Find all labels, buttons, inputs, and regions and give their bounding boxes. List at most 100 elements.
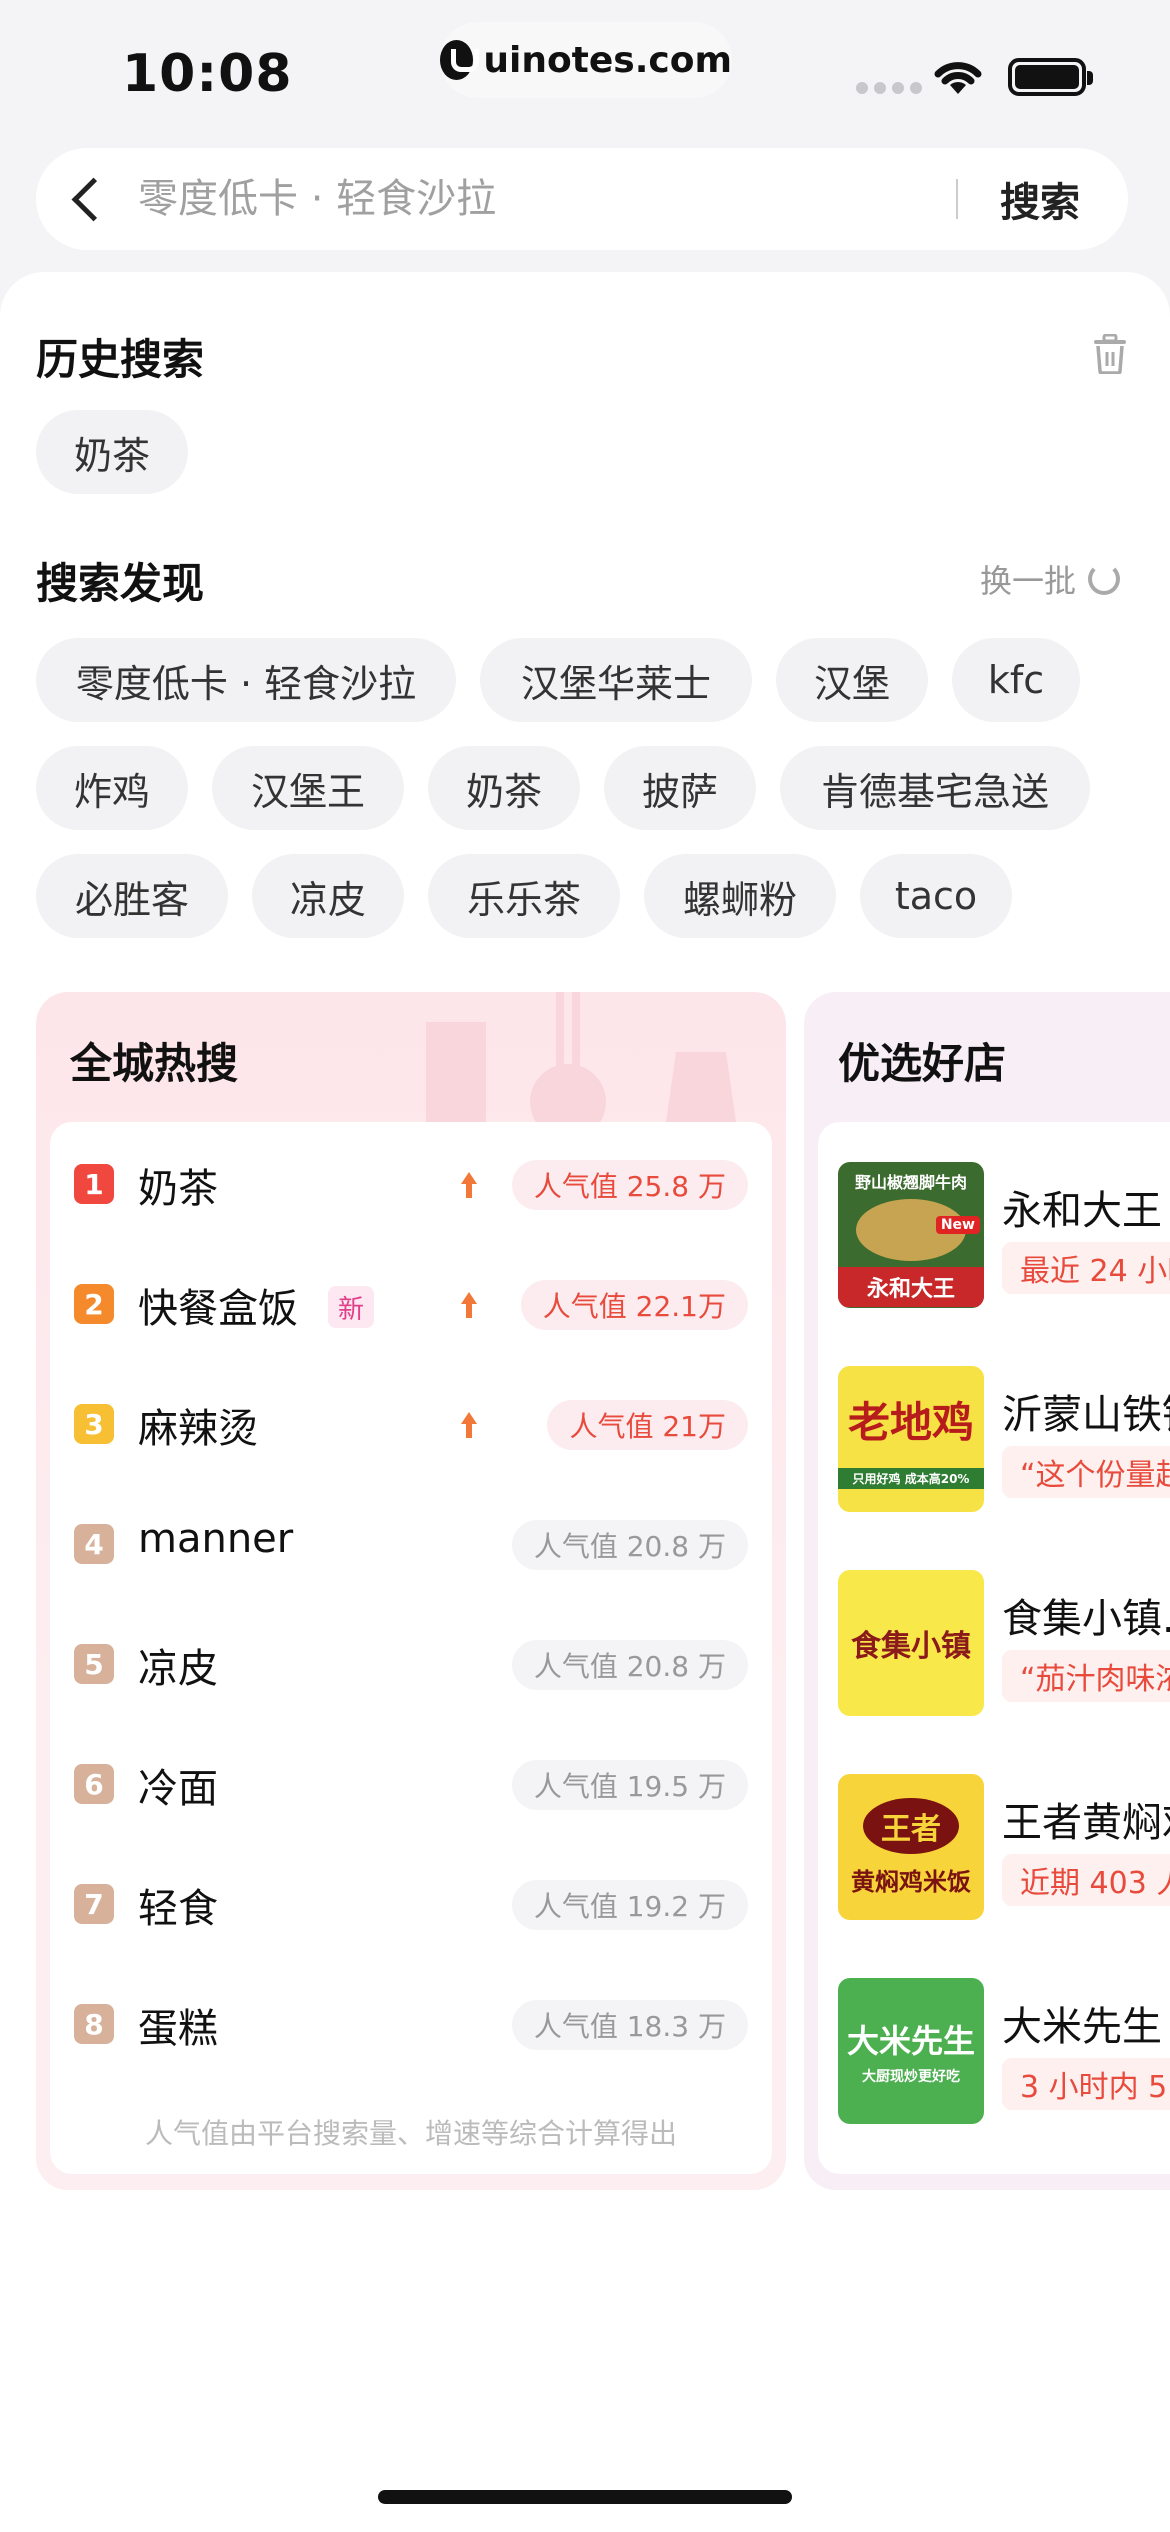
store-tag: 近期 403 人 <box>1002 1854 1170 1906</box>
popularity-pill: 人气值 25.8 万 <box>511 1160 748 1210</box>
thumb-text: 王者 <box>863 1797 959 1854</box>
thumb-text: 野山椒翘脚牛肉 <box>854 1173 967 1192</box>
store-thumbnail: 老地鸡 只用好鸡 成本高20% <box>838 1366 984 1512</box>
discover-chip[interactable]: 零度低卡 · 轻食沙拉 <box>36 638 456 722</box>
rank-badge: 5 <box>74 1644 114 1684</box>
popularity-pill: 人气值 21万 <box>547 1400 748 1450</box>
rank-badge: 3 <box>74 1404 114 1444</box>
thumb-text: 黄焖鸡米饭 <box>851 1867 971 1896</box>
store-thumbnail: 食集小镇 <box>838 1570 984 1716</box>
hot-search-name: 冷面 <box>138 1766 218 1812</box>
hot-search-name: 蛋糕 <box>138 2006 218 2052</box>
popularity-pill: 人气值 19.5 万 <box>511 1760 748 1810</box>
home-indicator <box>378 2490 792 2504</box>
hot-search-list: 1 奶茶 人气值 25.8 万 2 快餐盒饭 新 人气值 22.1万 3 麻辣烫… <box>50 1122 772 2174</box>
store-name: 永和大王 <box>1002 1188 1162 1234</box>
featured-stores-title: 优选好店 <box>838 1039 1007 1088</box>
back-arrow-icon[interactable] <box>36 148 126 250</box>
thumb-text: 大厨现炒更好吃 <box>862 2069 960 2085</box>
store-tag: “这个份量超 <box>1002 1446 1170 1498</box>
trend-up-icon <box>461 1172 477 1198</box>
store-row[interactable]: 野山椒翘脚牛肉 永和大王 New 永和大王 最近 24 小时 <box>818 1122 1170 1326</box>
discover-chip[interactable]: 肯德基宅急送 <box>780 746 1090 830</box>
hot-search-name: 奶茶 <box>138 1166 218 1212</box>
rank-badge: 7 <box>74 1884 114 1924</box>
store-name: 王者黄焖鸡 <box>1002 1800 1170 1846</box>
hot-search-title: 全城热搜 <box>70 1039 239 1088</box>
hot-search-row[interactable]: 1 奶茶 人气值 25.8 万 <box>50 1122 772 1242</box>
discover-chip[interactable]: taco <box>860 854 1012 938</box>
hot-search-footnote: 人气值由平台搜索量、增速等综合计算得出 <box>144 2117 677 2150</box>
refresh-icon <box>1088 563 1121 595</box>
store-list: 野山椒翘脚牛肉 永和大王 New 永和大王 最近 24 小时 老地鸡 只用好鸡 … <box>818 1122 1170 2174</box>
hot-search-name: 麻辣烫 <box>138 1406 258 1452</box>
store-thumbnail: 大米先生 大厨现炒更好吃 <box>838 1978 984 2124</box>
discover-chip[interactable]: 汉堡王 <box>212 746 404 830</box>
store-name: 食集小镇. <box>1002 1596 1170 1642</box>
thumb-text: 大米先生 <box>846 2022 975 2060</box>
hot-search-name: 快餐盒饭 <box>138 1286 298 1332</box>
history-chip[interactable]: 奶茶 <box>36 410 188 494</box>
new-badge: 新 <box>328 1286 375 1328</box>
hot-search-row[interactable]: 8 蛋糕 人气值 18.3 万 <box>50 1962 772 2082</box>
rank-badge: 1 <box>74 1164 114 1204</box>
status-time: 10:08 <box>122 44 293 104</box>
store-thumbnail: 野山椒翘脚牛肉 永和大王 New <box>838 1162 984 1308</box>
store-tag: “茄汁肉味浓 <box>1002 1650 1170 1702</box>
search-divider <box>956 179 958 219</box>
hot-search-row[interactable]: 6 冷面 人气值 19.5 万 <box>50 1722 772 1842</box>
hot-search-name: 轻食 <box>138 1886 218 1932</box>
store-row[interactable]: 老地鸡 只用好鸡 成本高20% 沂蒙山铁锅 “这个份量超 <box>818 1326 1170 1530</box>
store-tag: 最近 24 小时 <box>1002 1242 1170 1294</box>
hot-search-row[interactable]: 7 轻食 人气值 19.2 万 <box>50 1842 772 1962</box>
hot-search-row[interactable]: 2 快餐盒饭 新 人气值 22.1万 <box>50 1242 772 1362</box>
hot-search-row[interactable]: 3 麻辣烫 人气值 21万 <box>50 1362 772 1482</box>
hot-search-row[interactable]: 5 凉皮 人气值 20.8 万 <box>50 1602 772 1722</box>
search-button[interactable]: 搜索 <box>1000 170 1080 228</box>
store-row[interactable]: 大米先生 大厨现炒更好吃 大米先生 3 小时内 5 人 <box>818 1938 1170 2142</box>
hot-search-row[interactable]: 4 manner 人气值 20.8 万 <box>50 1482 772 1602</box>
search-bar: 搜索 <box>36 148 1128 250</box>
discover-chip[interactable]: 汉堡 <box>776 638 928 722</box>
trend-up-icon <box>461 1292 477 1318</box>
battery-icon <box>1008 58 1093 96</box>
refresh-button[interactable]: 换一批 <box>980 556 1121 602</box>
discover-chip[interactable]: 凉皮 <box>252 854 404 938</box>
popularity-pill: 人气值 19.2 万 <box>511 1880 748 1930</box>
trash-icon[interactable] <box>1092 334 1128 374</box>
store-row[interactable]: 王者 黄焖鸡米饭 王者黄焖鸡 近期 403 人 <box>818 1734 1170 1938</box>
discover-chip[interactable]: 炸鸡 <box>36 746 188 830</box>
store-row[interactable]: 食集小镇 食集小镇. “茄汁肉味浓 <box>818 1530 1170 1734</box>
hot-search-name: manner <box>138 1516 294 1562</box>
thumb-text: 只用好鸡 成本高20% <box>838 1468 984 1489</box>
rank-badge: 6 <box>74 1764 114 1804</box>
discover-chip[interactable]: 必胜客 <box>36 854 228 938</box>
watermark-text: uinotes.com <box>483 39 732 81</box>
thumb-text: 老地鸡 <box>847 1398 974 1447</box>
store-tag: 3 小时内 5 人 <box>1002 2058 1170 2110</box>
thumb-badge: New <box>935 1216 980 1234</box>
thumb-text: 食集小镇 <box>851 1629 971 1664</box>
thumb-text: 永和大王 <box>838 1267 984 1307</box>
discover-chip[interactable]: 乐乐茶 <box>428 854 620 938</box>
discover-chip[interactable]: 汉堡华莱士 <box>480 638 752 722</box>
discover-chip[interactable]: kfc <box>952 638 1080 722</box>
watermark: uinotes.com <box>440 22 732 98</box>
discover-chip[interactable]: 奶茶 <box>428 746 580 830</box>
discover-title: 搜索发现 <box>36 559 205 608</box>
hot-search-name: 凉皮 <box>138 1646 218 1692</box>
featured-stores-card: 优选好店 野山椒翘脚牛肉 永和大王 New 永和大王 最近 24 小时 老地鸡 … <box>804 992 1170 2190</box>
search-input[interactable] <box>126 176 956 222</box>
popularity-pill: 人气值 18.3 万 <box>511 2000 748 2050</box>
history-title: 历史搜索 <box>36 335 205 384</box>
city-skyline-illustration <box>426 992 736 1122</box>
popularity-pill: 人气值 22.1万 <box>520 1280 748 1330</box>
wifi-icon <box>934 62 982 94</box>
discover-chip[interactable]: 披萨 <box>604 746 756 830</box>
discover-chip[interactable]: 螺蛳粉 <box>644 854 836 938</box>
store-name: 大米先生 <box>1002 2004 1162 2050</box>
popularity-pill: 人气值 20.8 万 <box>511 1520 748 1570</box>
rank-badge: 8 <box>74 2004 114 2044</box>
rank-badge: 2 <box>74 1284 114 1324</box>
refresh-label: 换一批 <box>980 562 1077 600</box>
